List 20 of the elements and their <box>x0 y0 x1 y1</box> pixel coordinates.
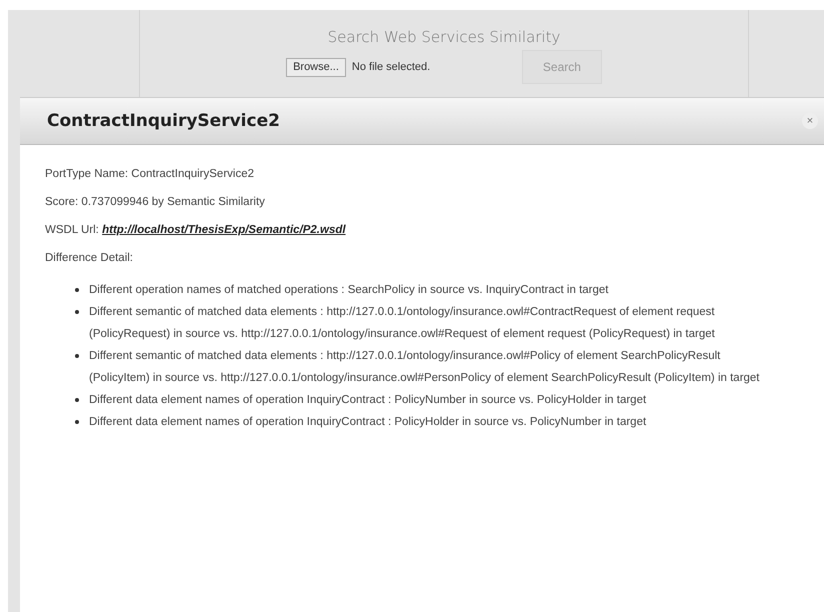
difference-item: Different data element names of operation InquiryContract : PolicyHolder in source vs. PolicyNumber in target <box>89 415 646 430</box>
bullet-icon <box>75 354 79 358</box>
difference-item: Different data element names of operation InquiryContract : PolicyNumber in source vs. PolicyHolder in target <box>89 393 646 408</box>
file-status: No file selected. <box>352 61 432 73</box>
bullet-icon <box>75 288 79 292</box>
bullet-icon <box>75 398 79 402</box>
close-button[interactable]: × <box>802 113 818 129</box>
bullet-icon <box>75 310 79 314</box>
difference-label: Difference Detail: <box>45 251 134 266</box>
wsdl-link[interactable]: http://localhost/ThesisExp/Semantic/P2.wsdl <box>102 224 346 236</box>
difference-item: Different semantic of matched data elements : http://127.0.0.1/ontology/insurance.owl#Policy of element SearchPolicyResult (PolicyItem) in source vs. http://127.0.0.1/ontology/insurance.owl#PersonPolicy of element SearchPolicyResult (PolicyItem) in target <box>89 349 761 386</box>
difference-item: Different operation names of matched operations : SearchPolicy in source vs. InquiryContract in target <box>89 283 608 298</box>
browse-button[interactable]: Browse... <box>286 58 346 76</box>
bullet-icon <box>75 420 79 424</box>
porttype-text: PortType Name: ContractInquiryService2 <box>45 167 256 182</box>
wsdl-label: WSDL Url: <box>45 224 99 236</box>
difference-item: Different semantic of matched data elements : http://127.0.0.1/ontology/insurance.owl#ContractRequest of element request (PolicyRequest) in source vs. http://127.0.0.1/ontology/insurance.owl#Request of element request (PolicyRequest) in target <box>89 305 716 342</box>
score-text: Score: 0.737099946 by Semantic Similarity <box>45 195 266 210</box>
dialog-title: ContractInquiryService2 <box>47 111 280 131</box>
panel-title: Search Web Services Similarity <box>328 28 560 46</box>
